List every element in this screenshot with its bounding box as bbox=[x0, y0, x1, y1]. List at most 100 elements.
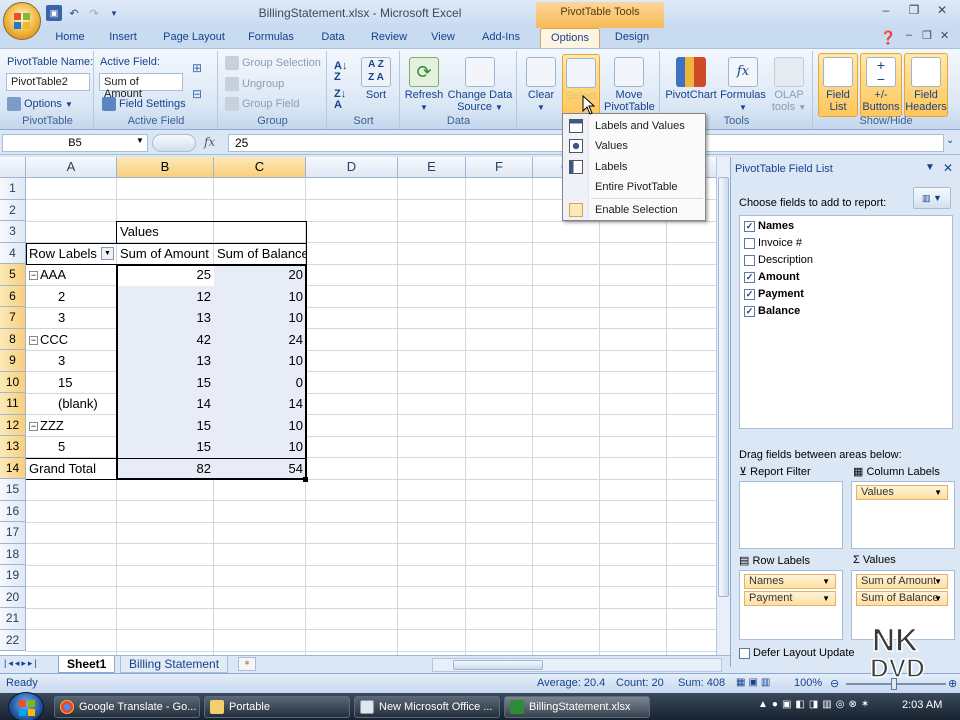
name-box-dropdown-icon[interactable]: ▼ bbox=[136, 136, 144, 145]
row-header-19[interactable]: 19 bbox=[0, 565, 26, 587]
row-header-22[interactable]: 22 bbox=[0, 629, 26, 651]
column-header-c[interactable]: C bbox=[214, 157, 306, 178]
tab-view[interactable]: View bbox=[425, 28, 461, 48]
row-header-21[interactable]: 21 bbox=[0, 608, 26, 630]
row-header-9[interactable]: 9 bbox=[0, 350, 26, 372]
pivot-balance-cell[interactable]: 24 bbox=[214, 329, 306, 351]
taskbar-billingstatement[interactable]: BillingStatement.xlsx bbox=[504, 696, 650, 718]
pivot-balance-cell[interactable]: 10 bbox=[214, 436, 306, 458]
pivot-item-label[interactable]: 3 bbox=[26, 350, 117, 372]
horizontal-scrollbar[interactable] bbox=[432, 658, 722, 672]
help-icon[interactable]: ❓ bbox=[880, 30, 896, 46]
field-checkbox[interactable] bbox=[744, 254, 755, 266]
pivot-grand-total-balance[interactable]: 54 bbox=[214, 458, 306, 480]
pivot-amount-cell[interactable]: 13 bbox=[117, 307, 214, 329]
row-header-2[interactable]: 2 bbox=[0, 199, 26, 221]
zoom-level[interactable]: 100% bbox=[794, 677, 822, 689]
defer-checkbox[interactable] bbox=[739, 647, 750, 659]
column-header-d[interactable]: D bbox=[306, 157, 398, 178]
field-checkbox[interactable]: ✓ bbox=[744, 288, 755, 300]
row-header-15[interactable]: 15 bbox=[0, 479, 26, 501]
minimize-button[interactable]: – bbox=[872, 2, 900, 20]
field-checkbox[interactable]: ✓ bbox=[744, 220, 755, 232]
active-field-input[interactable]: Sum of Amount bbox=[99, 73, 183, 100]
column-field-values[interactable]: Values ▼ bbox=[856, 485, 948, 500]
customize-qat-icon[interactable]: ▼ bbox=[106, 5, 122, 21]
move-pivottable-button[interactable]: Move PivotTable bbox=[604, 57, 655, 113]
sheet-tab-sheet1[interactable]: Sheet1 bbox=[58, 656, 116, 673]
pivot-grand-total-amount[interactable]: 82 bbox=[117, 458, 214, 480]
formulas-button[interactable]: fx Formulas ▼ bbox=[719, 57, 767, 114]
options-button[interactable]: Options ▼ bbox=[7, 97, 73, 111]
insert-function-icon[interactable]: fx bbox=[204, 135, 215, 149]
column-labels-area[interactable]: Values ▼ bbox=[851, 481, 955, 549]
workbook-close-icon[interactable]: ✕ bbox=[940, 29, 949, 42]
tab-page-layout[interactable]: Page Layout bbox=[160, 28, 228, 48]
taskbar-new-office[interactable]: New Microsoft Office ... bbox=[354, 696, 500, 718]
row-header-16[interactable]: 16 bbox=[0, 500, 26, 522]
field-settings-button[interactable]: Field Settings bbox=[102, 97, 186, 111]
horizontal-scroll-thumb[interactable] bbox=[453, 660, 543, 670]
tab-design[interactable]: Design bbox=[605, 28, 659, 48]
pivot-group-label[interactable]: − AAA bbox=[26, 264, 117, 286]
sheet-nav-arrows-icon[interactable]: |◂◂▸▸| bbox=[4, 658, 39, 669]
formula-bar-divider-handle[interactable] bbox=[152, 134, 196, 152]
pivot-amount-cell[interactable]: 13 bbox=[117, 350, 214, 372]
pivot-group-label[interactable]: − CCC bbox=[26, 329, 117, 351]
pane-options-icon[interactable]: ▼ bbox=[925, 162, 935, 173]
expand-field-icon[interactable]: ⊞ bbox=[192, 61, 206, 75]
pivot-amount-cell[interactable]: 14 bbox=[117, 393, 214, 415]
pivot-item-label[interactable]: (blank) bbox=[26, 393, 117, 415]
taskbar-google-translate[interactable]: Google Translate - Go... bbox=[54, 696, 200, 718]
worksheet-grid[interactable]: ABCDEFGHI 123456789101112131415161718192… bbox=[0, 157, 730, 655]
field-item[interactable]: Invoice # bbox=[744, 235, 802, 251]
row-field-names[interactable]: Names ▼ bbox=[744, 574, 836, 589]
sort-descending-icon[interactable]: Z↓ A bbox=[334, 89, 346, 111]
pivot-balance-cell[interactable]: 0 bbox=[214, 372, 306, 394]
start-button[interactable] bbox=[8, 692, 44, 720]
field-headers-button[interactable]: Field Headers bbox=[904, 53, 948, 117]
ribbon-minimize-icon[interactable]: – bbox=[906, 29, 912, 41]
column-header-b[interactable]: B bbox=[117, 157, 214, 178]
field-checkbox[interactable] bbox=[744, 237, 755, 249]
field-list-layout-button[interactable]: ▥ ▼ bbox=[913, 187, 951, 209]
pivot-item-label[interactable]: 15 bbox=[26, 372, 117, 394]
pivot-row-labels-header[interactable]: Row Labels ▼ bbox=[26, 243, 117, 265]
row-header-5[interactable]: 5 bbox=[0, 264, 26, 286]
field-item[interactable]: ✓ Balance bbox=[744, 303, 800, 319]
row-header-4[interactable]: 4 bbox=[0, 242, 26, 264]
menu-labels[interactable]: Labels bbox=[563, 157, 705, 177]
change-data-source-button[interactable]: Change Data Source ▼ bbox=[445, 57, 515, 114]
row-header-17[interactable]: 17 bbox=[0, 522, 26, 544]
row-header-3[interactable]: 3 bbox=[0, 221, 26, 243]
collapse-button-icon[interactable]: − bbox=[29, 271, 38, 281]
pivot-amount-cell[interactable]: 42 bbox=[117, 329, 214, 351]
taskbar-portable[interactable]: Portable bbox=[204, 696, 350, 718]
row-header-18[interactable]: 18 bbox=[0, 543, 26, 565]
pivot-balance-cell[interactable]: 10 bbox=[214, 415, 306, 437]
row-header-6[interactable]: 6 bbox=[0, 285, 26, 307]
tab-review[interactable]: Review bbox=[366, 28, 412, 48]
row-header-10[interactable]: 10 bbox=[0, 371, 26, 393]
column-header-a[interactable]: A bbox=[26, 157, 117, 178]
pivot-col-sum-of-amount[interactable]: Sum of Amount bbox=[117, 243, 214, 265]
field-checkbox[interactable]: ✓ bbox=[744, 305, 755, 317]
workbook-restore-icon[interactable]: ❐ bbox=[922, 29, 932, 42]
tab-options[interactable]: Options bbox=[540, 28, 600, 48]
value-field-sum-of-balance[interactable]: Sum of Balance ▼ bbox=[856, 591, 948, 606]
tab-add-ins[interactable]: Add-Ins bbox=[475, 28, 527, 48]
restore-button[interactable]: ❐ bbox=[900, 2, 928, 20]
row-header-20[interactable]: 20 bbox=[0, 586, 26, 608]
column-header-f[interactable]: F bbox=[466, 157, 533, 178]
pivot-item-label[interactable]: 5 bbox=[26, 436, 117, 458]
pivotchart-button[interactable]: PivotChart bbox=[665, 57, 717, 101]
menu-enable-selection[interactable]: Enable Selection bbox=[563, 200, 705, 220]
report-filter-area[interactable] bbox=[739, 481, 843, 549]
pivot-col-sum-of-balance[interactable]: Sum of Balance bbox=[214, 243, 306, 265]
sort-ascending-icon[interactable]: A↓ Z bbox=[334, 61, 347, 83]
tab-home[interactable]: Home bbox=[50, 28, 90, 48]
collapse-field-icon[interactable]: ⊟ bbox=[192, 87, 206, 101]
row-header-13[interactable]: 13 bbox=[0, 436, 26, 458]
olap-tools-button[interactable]: OLAP tools ▼ bbox=[769, 57, 809, 114]
collapse-button-icon[interactable]: − bbox=[29, 421, 38, 431]
